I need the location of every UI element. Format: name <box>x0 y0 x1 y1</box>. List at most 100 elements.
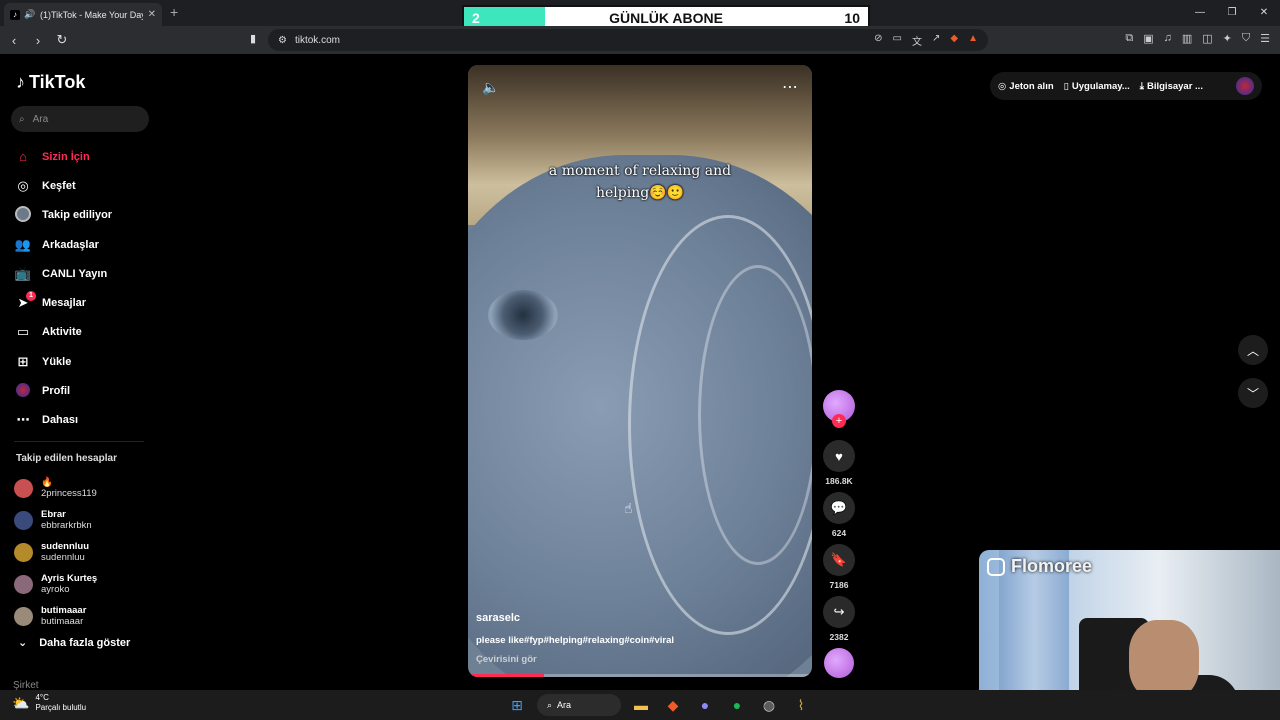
brave-shield-icon[interactable]: ◆ <box>950 33 958 48</box>
spotify-icon[interactable]: ● <box>725 693 749 717</box>
webcam-person-head <box>1129 620 1199 700</box>
sidebar-toggle-icon[interactable]: ▥ <box>1182 32 1192 45</box>
ai-icon[interactable]: ✦ <box>1223 32 1232 45</box>
taskbar-search[interactable]: ⌕ Ara <box>537 694 621 716</box>
nav-explore[interactable]: ◎ Keşfet <box>14 171 112 200</box>
nav-more[interactable]: ⋯ Dahası <box>14 406 112 435</box>
site-info-icon[interactable]: ⚙ <box>278 35 287 46</box>
chevron-up-icon: ︿ <box>1246 343 1259 358</box>
nav-label: Mesajlar <box>42 297 87 310</box>
account-handle: ebbrarkrbkn <box>41 520 92 531</box>
previous-video-button[interactable]: ︿ <box>1238 335 1268 365</box>
rewards-icon[interactable]: ▲ <box>968 33 978 48</box>
video-drain <box>488 290 558 340</box>
account-handle: butimaaar <box>41 616 84 627</box>
following-avatar-icon <box>14 205 32 225</box>
goal-target: 10 <box>844 9 860 26</box>
video-progress-bar[interactable] <box>468 674 812 677</box>
forward-button[interactable]: › <box>28 33 48 48</box>
window-controls: — ❐ ✕ <box>1184 0 1280 26</box>
weather-widget[interactable]: ⛅ 4°C Parçalı bulutlu <box>12 693 86 713</box>
account-item[interactable]: 🔥 2princess119 <box>14 472 97 504</box>
instagram-icon <box>987 557 1005 576</box>
tiktok-logo[interactable]: ♪ TikTok <box>16 72 85 93</box>
nav-following[interactable]: Takip ediliyor <box>14 201 112 230</box>
nav-live[interactable]: 📺 CANLI Yayın <box>14 259 112 288</box>
nav-activity[interactable]: ▭ Aktivite <box>14 318 112 347</box>
bookmark-icon[interactable]: ▮ <box>250 32 256 45</box>
wallet-icon-2[interactable]: ◫ <box>1202 32 1212 45</box>
share-icon[interactable]: ↗ <box>932 33 940 48</box>
nav-label: Profil <box>42 385 71 398</box>
reload-button[interactable]: ↻ <box>52 32 72 48</box>
nav-upload[interactable]: ⊞ Yükle <box>14 347 112 376</box>
chevron-down-icon: ﹀ <box>1246 386 1259 401</box>
restore-button[interactable]: ❐ <box>1216 0 1248 26</box>
search-icon: ⌕ <box>547 699 553 710</box>
hand-cursor-icon: ☝ <box>624 500 633 516</box>
brave-browser-icon[interactable]: ◆ <box>661 693 685 717</box>
music-icon[interactable]: ♫ <box>1164 32 1172 45</box>
see-translation-link[interactable]: Çevirisini gör <box>476 654 537 665</box>
bookmark-icon: 🔖 <box>830 552 848 567</box>
steam-icon[interactable]: ◍ <box>757 693 781 717</box>
video-highlight <box>698 265 812 565</box>
save-button[interactable]: 🔖 <box>823 544 855 576</box>
get-app-button[interactable]: ▯ Uygulamay... <box>1064 81 1130 92</box>
video-author[interactable]: saraselc <box>476 612 520 624</box>
search-icon: ⌕ <box>19 113 25 125</box>
browser-toolbar: ‹ › ↻ ▮ ⚙ tiktok.com ⊘ ▭ 文 ↗ ◆ ▲ ⧉ ▣ ♫ ▥… <box>0 26 1280 54</box>
goal-title: GÜNLÜK ABONE <box>609 9 723 26</box>
account-name: 🔥 <box>41 477 53 488</box>
comment-button[interactable]: 💬 <box>823 492 855 524</box>
video-player[interactable]: a moment of relaxing and helping☺️🙂 🔈 ⋯ … <box>468 65 812 677</box>
profile-avatar[interactable] <box>1236 77 1254 95</box>
no-tracking-icon[interactable]: ⊘ <box>874 33 882 48</box>
nav-profile[interactable]: Profil <box>14 376 112 405</box>
show-more-button[interactable]: ⌄ Daha fazla göster <box>18 636 130 650</box>
like-button[interactable]: ♥ <box>823 440 855 472</box>
minimize-button[interactable]: — <box>1184 0 1216 26</box>
volume-icon[interactable]: 🔈 <box>482 79 499 96</box>
wallet-icon[interactable]: ▣ <box>1143 32 1153 45</box>
cast-icon[interactable]: ▭ <box>893 33 902 48</box>
account-name: butimaaar <box>41 605 87 616</box>
get-coins-button[interactable]: ◎ Jeton alın <box>998 81 1054 92</box>
back-button[interactable]: ‹ <box>4 33 24 48</box>
heart-icon: ♥ <box>835 448 843 464</box>
more-options-icon[interactable]: ⋯ <box>782 77 798 97</box>
logo-text: TikTok <box>29 72 86 92</box>
vpn-icon[interactable]: ⛉ <box>1242 32 1250 45</box>
upload-icon: ⊞ <box>17 353 29 369</box>
account-name: Ayris Kurteş <box>41 573 98 584</box>
windows-start-icon[interactable]: ⊞ <box>505 693 529 717</box>
close-tab-icon[interactable]: ✕ <box>148 9 156 20</box>
close-window-button[interactable]: ✕ <box>1248 0 1280 26</box>
creator-avatar[interactable]: + <box>823 390 855 428</box>
follow-plus-icon[interactable]: + <box>832 414 846 428</box>
discord-icon[interactable]: ● <box>693 693 717 717</box>
account-item[interactable]: Ebrar ebbrarkrbkn <box>14 504 97 536</box>
extensions-icon[interactable]: ⧉ <box>1125 32 1133 45</box>
nav-friends[interactable]: 👥 Arkadaşlar <box>14 230 112 259</box>
search-input[interactable]: ⌕ Ara <box>11 106 149 132</box>
desktop-app-button[interactable]: ⤓ Bilgisayar ... <box>1140 81 1203 92</box>
sound-disc-icon[interactable] <box>824 648 854 678</box>
account-item[interactable]: Ayris Kurteş ayroko <box>14 568 97 600</box>
get-coins-label: Jeton alın <box>1009 80 1054 92</box>
browser-tab[interactable]: ♪ 🔊 (1)TikTok - Make Your Day ✕ <box>4 3 162 26</box>
nav-for-you[interactable]: ⌂ Sizin İçin <box>14 142 112 171</box>
nav-messages[interactable]: ➤ 1 Mesajlar <box>14 288 112 317</box>
address-bar[interactable]: ⚙ tiktok.com ⊘ ▭ 文 ↗ ◆ ▲ <box>268 29 988 51</box>
taskbar-apps: ⊞ ⌕ Ara ▬ ◆ ● ● ◍ ⌇ <box>505 693 813 717</box>
save-count: 7186 <box>829 580 849 590</box>
account-item[interactable]: sudennluu sudennluu <box>14 536 97 568</box>
next-video-button[interactable]: ﹀ <box>1238 378 1268 408</box>
league-icon[interactable]: ⌇ <box>789 693 813 717</box>
share-button[interactable]: ↪ <box>823 596 855 628</box>
account-item[interactable]: butimaaar butimaaar <box>14 600 97 632</box>
file-explorer-icon[interactable]: ▬ <box>629 693 653 717</box>
menu-icon[interactable]: ☰ <box>1260 32 1270 45</box>
new-tab-button[interactable]: + <box>170 4 178 20</box>
translate-icon[interactable]: 文 <box>912 33 922 48</box>
